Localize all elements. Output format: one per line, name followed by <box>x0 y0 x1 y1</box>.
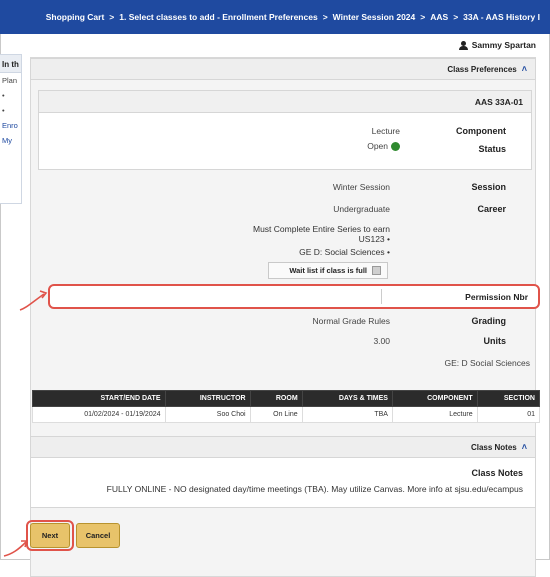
breadcrumb-item-subject[interactable]: AAS <box>430 12 448 22</box>
user-name: Sammy Spartan <box>471 40 536 50</box>
column-header: SECTION <box>476 390 541 407</box>
arrow-pointer-icon <box>19 290 48 311</box>
breadcrumb-separator: > <box>322 12 328 22</box>
next-button[interactable]: Next <box>30 523 70 548</box>
breadcrumb-item-course: 33A - AAS History I <box>463 12 540 22</box>
career-label: Career <box>477 204 506 214</box>
chevron-up-icon: ˄ <box>521 64 527 74</box>
permission-number-input[interactable] <box>56 289 382 304</box>
cancel-button[interactable]: Cancel <box>76 523 120 548</box>
column-header: DAYS & TIMES <box>301 390 393 407</box>
ge-requirement: GE: D Social Sciences <box>444 358 530 368</box>
breadcrumb-separator: > <box>420 12 426 22</box>
side-panel-link-enroll[interactable]: Enro <box>0 118 21 133</box>
user-info: Sammy Spartan <box>458 40 536 50</box>
status-value: Open <box>367 141 388 151</box>
arrow-pointer-icon <box>3 540 29 557</box>
class-notes-body: FULLY ONLINE - NO designated day/time me… <box>106 484 523 494</box>
waitlist-checkbox[interactable]: Wait list if class is full <box>268 262 388 279</box>
side-panel-text: Plan <box>2 76 18 85</box>
class-card-title: AAS 33A-01 <box>39 91 531 113</box>
side-panel-title: In th <box>0 55 21 73</box>
class-preferences-title: Class Preferences <box>447 64 517 74</box>
list-item: Must Complete Entire Series to earn US12… <box>230 224 390 244</box>
component-label: Component <box>456 126 506 136</box>
list-item: GE D: Social Sciences <box>230 247 390 257</box>
class-notes-header-title: Class Notes <box>470 442 517 452</box>
column-header: INSTRUCTOR <box>164 390 251 407</box>
column-header: COMPONENT <box>391 390 478 407</box>
column-header: START/END DATE <box>32 390 166 407</box>
class-notes-card: Class Notes FULLY ONLINE - NO designated… <box>30 458 536 508</box>
column-header: ROOM <box>249 390 303 407</box>
breadcrumb-separator: > <box>453 12 459 22</box>
session-label: Session <box>471 182 506 192</box>
waitlist-label: Wait list if class is full <box>289 266 367 275</box>
units-label: Units <box>483 336 507 346</box>
table-header-row: START/END DATE INSTRUCTOR ROOM DAYS & TI… <box>32 390 541 407</box>
side-panel-bullet: • <box>2 91 5 100</box>
chevron-up-icon: ˄ <box>521 442 527 452</box>
table-cell: TBA <box>301 406 393 423</box>
checkbox-icon[interactable] <box>372 266 381 275</box>
career-value: Undergraduate <box>333 204 390 214</box>
class-sections-table: START/END DATE INSTRUCTOR ROOM DAYS & TI… <box>32 390 541 423</box>
status-open-icon <box>391 141 400 151</box>
side-panel: In th Plan • • Enro My <box>0 54 22 204</box>
units-value: 3.00 <box>373 336 390 346</box>
breadcrumb-item-shopping-cart[interactable]: Shopping Cart <box>46 12 105 22</box>
grading-value: Normal Grade Rules <box>312 316 390 326</box>
component-value: Lecture <box>371 126 400 136</box>
breadcrumb: Shopping Cart > 1. Select classes to add… <box>0 0 550 34</box>
table-cell: Soo Choi <box>164 406 251 423</box>
breadcrumb-item-term[interactable]: Winter Session 2024 <box>333 12 416 22</box>
session-value: Winter Session <box>332 182 390 192</box>
table-cell: 01/02/2024 - 01/19/2024 <box>32 406 166 423</box>
permission-number-field: Permission Nbr <box>48 284 540 309</box>
user-icon <box>458 40 468 50</box>
side-panel-link-my[interactable]: My <box>0 133 21 148</box>
table-cell: On Line <box>249 406 303 423</box>
grading-label: Grading <box>471 316 506 326</box>
side-panel-bullet: • <box>2 106 5 115</box>
requirement-notes: Must Complete Entire Series to earn US12… <box>230 224 390 260</box>
breadcrumb-item-enrollment-preferences[interactable]: 1. Select classes to add - Enrollment Pr… <box>119 12 317 22</box>
class-preferences-header[interactable]: Class Preferences ˄ <box>30 58 536 80</box>
class-notes-header[interactable]: Class Notes ˄ <box>30 436 536 458</box>
table-cell: 01 <box>476 406 541 423</box>
breadcrumb-separator: > <box>109 12 115 22</box>
table-row: 01/02/2024 - 01/19/2024 Soo Choi On Line… <box>32 406 541 423</box>
table-cell: Lecture <box>391 406 478 423</box>
permission-number-label: Permission Nbr <box>465 291 528 302</box>
class-notes-title: Class Notes <box>471 468 523 478</box>
status-label: Status <box>478 144 506 154</box>
